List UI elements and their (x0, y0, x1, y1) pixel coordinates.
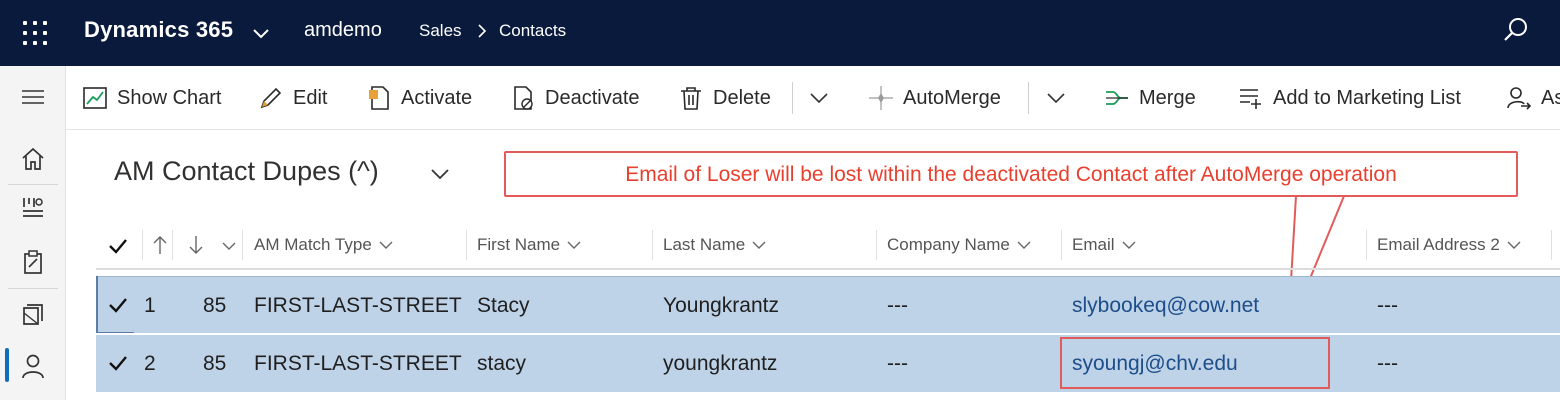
column-divider (172, 230, 173, 260)
delete-button[interactable]: Delete (678, 80, 771, 116)
select-all-checkmark-icon[interactable] (108, 236, 128, 256)
chevron-down-icon (1122, 241, 1136, 249)
edit-button[interactable]: Edit (258, 80, 327, 116)
cell-match-type: FIRST-LAST-STREET (254, 351, 462, 375)
hamburger-icon[interactable] (0, 75, 66, 119)
add-to-marketing-list-button[interactable]: Add to Marketing List (1238, 80, 1461, 116)
trash-icon (681, 87, 701, 110)
activate-button[interactable]: Activate (366, 80, 472, 116)
cell-company-name: --- (887, 351, 908, 375)
row-score: 85 (203, 293, 227, 317)
nav-divider (8, 184, 58, 185)
contact-icon[interactable] (0, 344, 66, 388)
annotation-callout: Email of Loser will be lost within the d… (504, 151, 1518, 197)
pencil-icon (260, 87, 282, 109)
sort-ascending-icon[interactable] (152, 235, 168, 255)
chevron-down-icon[interactable] (807, 86, 831, 110)
show-chart-button[interactable]: Show Chart (82, 80, 222, 116)
chevron-down-icon[interactable] (220, 237, 238, 255)
cell-email-link[interactable]: slybookeq@cow.net (1072, 277, 1259, 334)
automerge-button[interactable]: AutoMerge (868, 80, 1001, 116)
command-separator (792, 82, 793, 114)
column-divider (652, 230, 653, 260)
chevron-right-icon (478, 24, 487, 38)
command-separator (1028, 82, 1029, 114)
column-header-company-name[interactable]: Company Name (887, 222, 1032, 268)
recent-icon[interactable] (0, 186, 66, 230)
column-divider (1551, 230, 1552, 260)
cell-match-type: FIRST-LAST-STREET (254, 293, 462, 317)
view-title[interactable]: AM Contact Dupes (^) (114, 156, 379, 187)
column-divider (142, 230, 143, 260)
app-title[interactable]: Dynamics 365 (84, 17, 233, 43)
row-index: 1 (144, 293, 156, 317)
merge-button[interactable]: Merge (1104, 80, 1196, 116)
clipboard-icon[interactable] (0, 240, 66, 284)
pinned-icon[interactable] (0, 292, 66, 336)
breadcrumb-contacts[interactable]: Contacts (499, 21, 566, 41)
command-bar: Show Chart Edit Activate Deactivate Dele… (66, 66, 1560, 130)
list-add-icon (1240, 89, 1261, 109)
row-index: 2 (144, 351, 156, 375)
cell-last-name: youngkrantz (663, 351, 778, 375)
cell-first-name: Stacy (477, 293, 530, 317)
cell-email-address-2: --- (1377, 293, 1398, 317)
column-divider (876, 230, 877, 260)
chevron-down-icon (1017, 241, 1031, 249)
nav-divider (8, 288, 58, 289)
column-header-am-match-type[interactable]: AM Match Type (254, 222, 394, 268)
left-nav (0, 66, 66, 400)
chevron-down-icon[interactable] (1044, 86, 1068, 110)
top-bar: Dynamics 365 amdemo Sales Contacts (0, 0, 1560, 66)
column-divider (242, 230, 243, 260)
chevron-down-icon (752, 241, 766, 249)
automerge-icon (869, 86, 893, 110)
cell-last-name: Youngkrantz (663, 293, 779, 317)
chevron-down-icon (379, 241, 393, 249)
row-focus-indicator (96, 276, 134, 333)
table-row[interactable]: 1 85 FIRST-LAST-STREET Stacy Youngkrantz… (96, 276, 1560, 333)
app-launcher-icon[interactable] (22, 20, 48, 46)
org-name[interactable]: amdemo (304, 19, 382, 42)
deactivate-icon (514, 86, 533, 110)
cell-company-name: --- (887, 293, 908, 317)
cell-email-address-2: --- (1377, 351, 1398, 375)
email-highlight-box (1060, 337, 1330, 389)
breadcrumb-sales[interactable]: Sales (419, 21, 462, 41)
chevron-down-icon (567, 241, 581, 249)
column-header-email-address-2[interactable]: Email Address 2 (1377, 222, 1522, 268)
chevron-down-icon[interactable] (428, 162, 452, 186)
deactivate-button[interactable]: Deactivate (510, 80, 640, 116)
chevron-down-icon[interactable] (250, 22, 272, 44)
table-row[interactable]: 2 85 FIRST-LAST-STREET stacy youngkrantz… (96, 335, 1560, 392)
merge-icon (1106, 91, 1128, 105)
assign-icon (1507, 87, 1532, 110)
sort-descending-icon[interactable] (188, 235, 204, 255)
row-score: 85 (203, 351, 227, 375)
activate-icon (369, 86, 389, 110)
chevron-down-icon (1507, 241, 1521, 249)
column-header-email[interactable]: Email (1072, 222, 1137, 268)
assign-button[interactable]: As (1506, 80, 1560, 116)
callout-text: Email of Loser will be lost within the d… (625, 163, 1397, 186)
column-header-last-name[interactable]: Last Name (663, 222, 767, 268)
chart-icon (83, 87, 107, 109)
column-divider (1366, 230, 1367, 260)
grid-header: AM Match Type First Name Last Name Compa… (96, 222, 1560, 270)
column-divider (1061, 230, 1062, 260)
home-icon[interactable] (0, 137, 66, 181)
search-icon[interactable] (1502, 16, 1530, 44)
column-divider (466, 230, 467, 260)
cell-first-name: stacy (477, 351, 527, 375)
column-header-first-name[interactable]: First Name (477, 222, 582, 268)
checkmark-icon[interactable] (108, 353, 128, 373)
